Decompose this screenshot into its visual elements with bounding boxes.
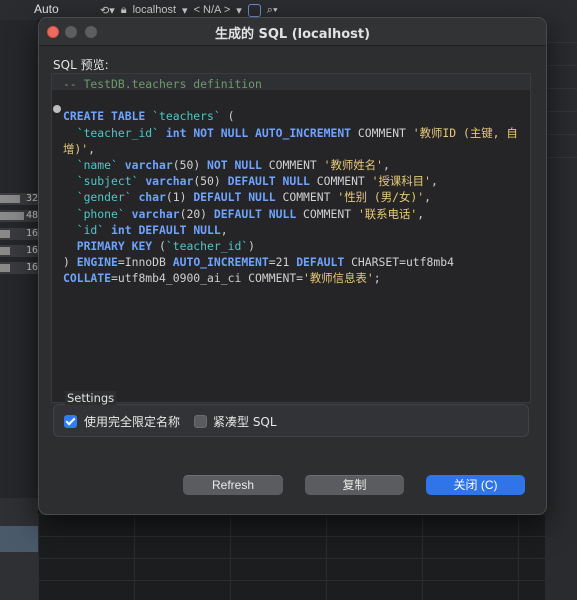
- code-line[interactable]: 增)',: [63, 141, 530, 157]
- result-grid: [38, 514, 545, 600]
- left-row[interactable]: 16: [0, 228, 38, 240]
- search-icon[interactable]: ⌕▾: [267, 4, 278, 17]
- settings-title: Settings: [65, 391, 117, 405]
- fully-qualified-checkbox[interactable]: [64, 415, 77, 428]
- code-line[interactable]: -- TestDB.teachers definition: [63, 76, 530, 92]
- left-bottom-panel: [0, 498, 38, 600]
- sql-code[interactable]: -- TestDB.teachers definition CREATE TAB…: [63, 76, 530, 286]
- left-row[interactable]: 32: [0, 193, 38, 205]
- code-line[interactable]: `name` varchar(50) NOT NULL COMMENT '教师姓…: [63, 157, 530, 173]
- refresh-icon[interactable]: ⟲▾: [100, 4, 115, 17]
- fold-marker-icon[interactable]: [53, 105, 61, 113]
- code-line[interactable]: [63, 92, 530, 108]
- dialog-titlebar: 生成的 SQL (localhost): [39, 18, 546, 46]
- refresh-button[interactable]: Refresh: [183, 475, 283, 495]
- fully-qualified-label[interactable]: 使用完全限定名称: [84, 413, 180, 430]
- copy-button[interactable]: 复制: [305, 475, 404, 495]
- code-line[interactable]: `id` int DEFAULT NULL,: [63, 222, 530, 238]
- code-line[interactable]: `teacher_id` int NOT NULL AUTO_INCREMENT…: [63, 125, 530, 141]
- left-row[interactable]: 16: [0, 245, 38, 257]
- chevron-down-icon: ▾: [236, 4, 242, 17]
- close-button[interactable]: 关闭 (C): [426, 475, 525, 495]
- code-line[interactable]: ) ENGINE=InnoDB AUTO_INCREMENT=21 DEFAUL…: [63, 254, 530, 270]
- generated-sql-dialog: 生成的 SQL (localhost) SQL 预览: -- TestDB.te…: [38, 17, 547, 515]
- code-line[interactable]: `gender` char(1) DEFAULT NULL COMMENT '性…: [63, 189, 530, 205]
- sql-preview-label: SQL 预览:: [53, 58, 109, 72]
- lock-icon[interactable]: 🔒︎: [121, 4, 127, 17]
- left-row[interactable]: 16: [0, 262, 38, 274]
- left-row[interactable]: 48: [0, 210, 38, 222]
- dialog-title: 生成的 SQL (localhost): [214, 27, 371, 42]
- sql-preview-editor[interactable]: -- TestDB.teachers definition CREATE TAB…: [51, 73, 531, 403]
- chevron-down-icon: ▾: [182, 4, 188, 17]
- right-panel: [545, 20, 577, 600]
- connection-selector[interactable]: localhost: [133, 4, 176, 16]
- settings-group: 使用完全限定名称 紧凑型 SQL: [53, 404, 529, 437]
- code-line[interactable]: `phone` varchar(20) DEFAULT NULL COMMENT…: [63, 206, 530, 222]
- auto-label[interactable]: Auto: [34, 2, 59, 16]
- code-line[interactable]: `subject` varchar(50) DEFAULT NULL COMME…: [63, 173, 530, 189]
- compact-sql-checkbox[interactable]: [194, 415, 207, 428]
- selected-row[interactable]: [0, 526, 38, 552]
- code-line[interactable]: PRIMARY KEY (`teacher_id`): [63, 238, 530, 254]
- code-line[interactable]: CREATE TABLE `teachers` (: [63, 108, 530, 124]
- database-selector[interactable]: < N/A >: [194, 4, 231, 16]
- code-line[interactable]: COLLATE=utf8mb4_0900_ai_ci COMMENT='教师信息…: [63, 270, 530, 286]
- compact-sql-label[interactable]: 紧凑型 SQL: [213, 413, 277, 430]
- schema-icon[interactable]: [247, 3, 261, 17]
